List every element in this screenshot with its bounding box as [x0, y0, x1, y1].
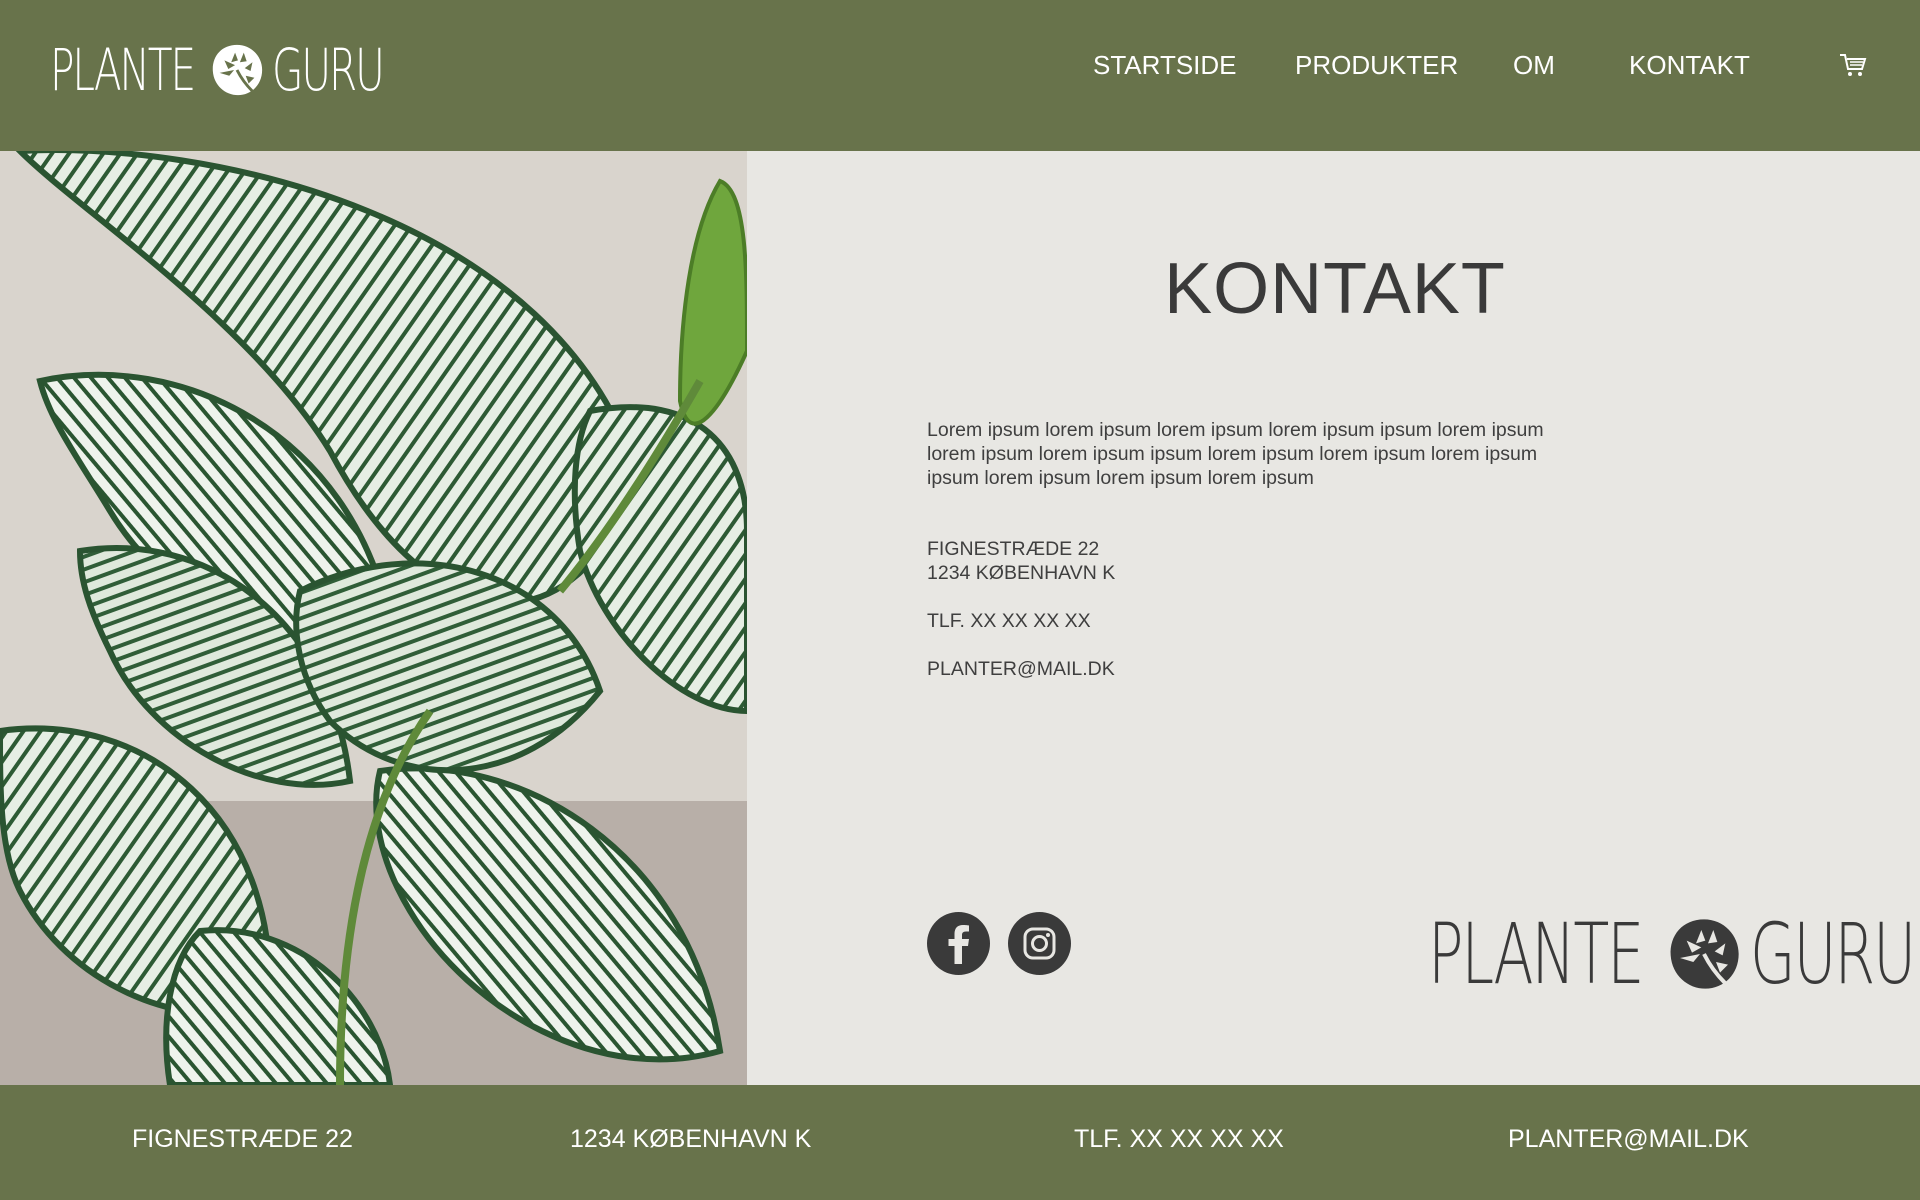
logo-word-guru: GURU — [271, 36, 385, 104]
nav-item-produkter[interactable]: PRODUKTER — [1295, 50, 1458, 81]
brand-logo[interactable]: PLANTE GURU — [50, 36, 430, 104]
site-footer: FIGNESTRÆDE 22 1234 KØBENHAVN K TLF. XX … — [0, 1085, 1920, 1200]
shopping-cart-icon[interactable] — [1838, 50, 1868, 80]
site-header: PLANTE GURU STARTSIDE PRODUKTER OM KONTA… — [0, 0, 1920, 151]
footer-city: 1234 KØBENHAVN K — [570, 1125, 812, 1153]
email-address[interactable]: PLANTER@MAIL.DK — [927, 657, 1115, 681]
logo-word-plante: PLANTE — [1428, 905, 1644, 1003]
logo-word-plante: PLANTE — [50, 36, 196, 104]
address-street: FIGNESTRÆDE 22 — [927, 538, 1100, 560]
page-title: KONTAKT — [1164, 249, 1506, 329]
logo-word-guru: GURU — [1750, 905, 1916, 1003]
bottom-brand-logo: PLANTE GURU — [1428, 905, 1920, 1003]
nav-item-startside[interactable]: STARTSIDE — [1093, 50, 1237, 81]
plant-photo — [0, 151, 747, 1085]
address-city: 1234 KØBENHAVN K — [927, 562, 1116, 584]
intro-text-line: ipsum lorem ipsum lorem ipsum lorem ipsu… — [927, 467, 1314, 489]
monstera-leaf-icon — [1670, 919, 1739, 989]
footer-email[interactable]: PLANTER@MAIL.DK — [1508, 1125, 1749, 1154]
calathea-leaves-illustration — [0, 151, 747, 1085]
nav-item-om[interactable]: OM — [1513, 50, 1555, 81]
intro-text-line: lorem ipsum lorem ipsum ipsum lorem ipsu… — [927, 443, 1538, 465]
address-block: FIGNESTRÆDE 22 1234 KØBENHAVN K — [927, 537, 1115, 585]
monstera-leaf-icon — [212, 44, 262, 96]
intro-text-line: Lorem ipsum lorem ipsum lorem ipsum lore… — [927, 419, 1544, 441]
instagram-icon[interactable] — [1008, 912, 1071, 975]
nav-item-kontakt[interactable]: KONTAKT — [1629, 50, 1750, 81]
facebook-icon[interactable] — [927, 912, 990, 975]
intro-text: Lorem ipsum lorem ipsum lorem ipsum lore… — [927, 418, 1587, 490]
footer-address: FIGNESTRÆDE 22 — [132, 1125, 353, 1153]
footer-phone: TLF. XX XX XX XX — [1074, 1125, 1284, 1153]
phone-number: TLF. XX XX XX XX — [927, 610, 1091, 632]
